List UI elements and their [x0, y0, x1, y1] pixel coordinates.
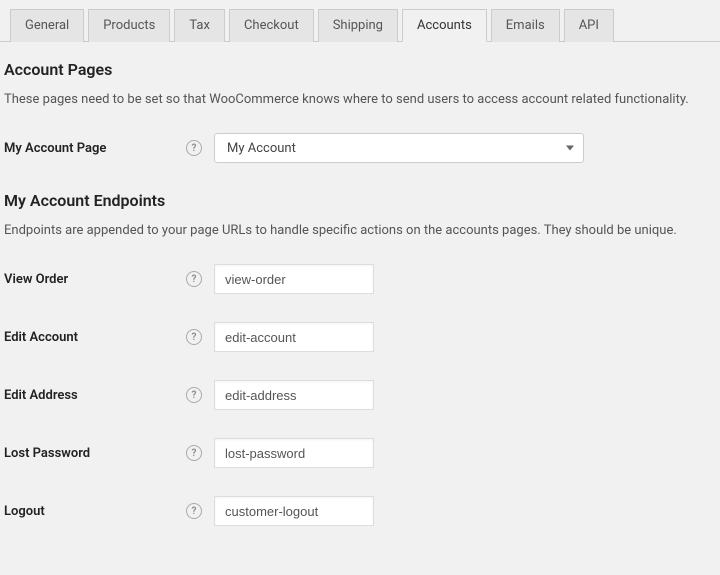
- edit-address-label: Edit Address: [4, 388, 78, 403]
- edit-address-input[interactable]: [214, 380, 374, 410]
- field-my-account-page: My Account Page ? My Account: [4, 133, 716, 163]
- account-pages-description: These pages need to be set so that WooCo…: [4, 91, 716, 109]
- view-order-label-wrap: View Order ?: [4, 271, 214, 287]
- lost-password-label: Lost Password: [4, 446, 90, 461]
- tab-accounts[interactable]: Accounts: [402, 9, 487, 42]
- help-icon[interactable]: ?: [186, 445, 202, 461]
- logout-input[interactable]: [214, 496, 374, 526]
- help-icon[interactable]: ?: [186, 387, 202, 403]
- logout-label: Logout: [4, 504, 45, 519]
- tab-shipping[interactable]: Shipping: [318, 9, 398, 42]
- tab-api[interactable]: API: [564, 9, 614, 42]
- view-order-label: View Order: [4, 272, 68, 287]
- view-order-input[interactable]: [214, 264, 374, 294]
- endpoints-description: Endpoints are appended to your page URLs…: [4, 222, 716, 240]
- field-logout: Logout ?: [4, 496, 716, 526]
- tab-general[interactable]: General: [10, 9, 84, 42]
- help-icon[interactable]: ?: [186, 271, 202, 287]
- account-pages-title: Account Pages: [4, 60, 716, 79]
- help-icon[interactable]: ?: [186, 140, 202, 156]
- my-account-page-label-wrap: My Account Page ?: [4, 140, 214, 156]
- edit-account-label-wrap: Edit Account ?: [4, 329, 214, 345]
- tab-tax[interactable]: Tax: [174, 9, 225, 42]
- field-lost-password: Lost Password ?: [4, 438, 716, 468]
- lost-password-input[interactable]: [214, 438, 374, 468]
- field-edit-address: Edit Address ?: [4, 380, 716, 410]
- edit-account-label: Edit Account: [4, 330, 78, 345]
- tab-products[interactable]: Products: [88, 9, 170, 42]
- lost-password-label-wrap: Lost Password ?: [4, 445, 214, 461]
- settings-content: Account Pages These pages need to be set…: [0, 42, 720, 526]
- field-edit-account: Edit Account ?: [4, 322, 716, 352]
- logout-label-wrap: Logout ?: [4, 503, 214, 519]
- help-icon[interactable]: ?: [186, 503, 202, 519]
- tab-checkout[interactable]: Checkout: [229, 9, 314, 42]
- my-account-page-select[interactable]: My Account: [214, 133, 584, 163]
- help-icon[interactable]: ?: [186, 329, 202, 345]
- tab-emails[interactable]: Emails: [491, 9, 560, 42]
- edit-account-input[interactable]: [214, 322, 374, 352]
- edit-address-label-wrap: Edit Address ?: [4, 387, 214, 403]
- my-account-page-label: My Account Page: [4, 141, 106, 156]
- endpoints-title: My Account Endpoints: [4, 191, 716, 210]
- field-view-order: View Order ?: [4, 264, 716, 294]
- settings-tabs: General Products Tax Checkout Shipping A…: [0, 0, 720, 42]
- my-account-page-select-value[interactable]: My Account: [214, 133, 584, 163]
